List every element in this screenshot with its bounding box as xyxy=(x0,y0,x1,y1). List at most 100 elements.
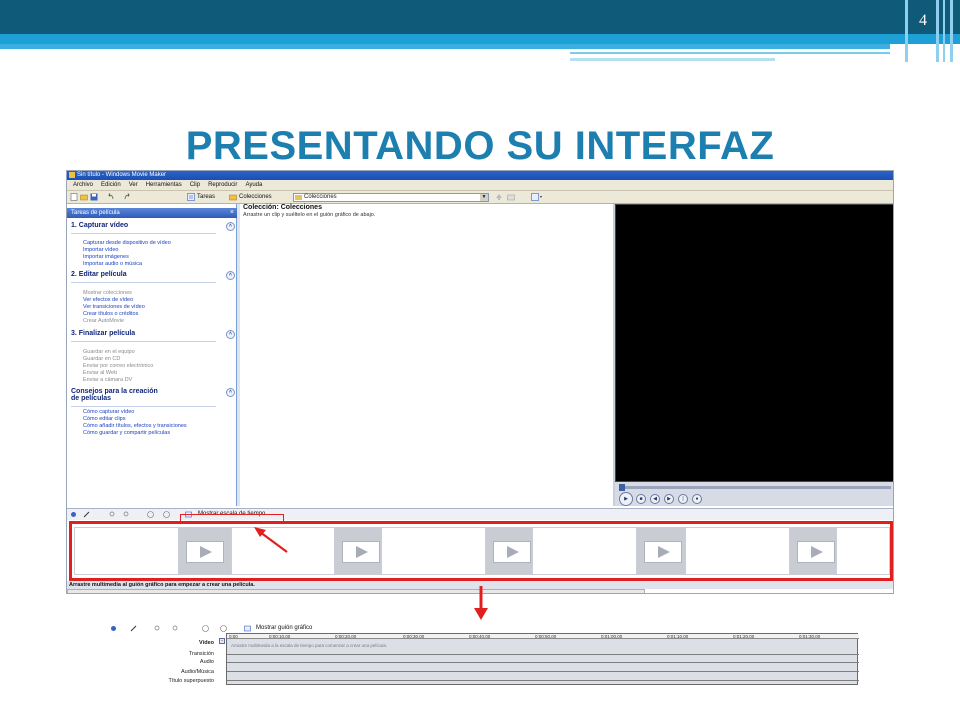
link-video-effects[interactable]: Ver efectos de vídeo xyxy=(83,297,133,303)
rewind-icon[interactable] xyxy=(147,511,154,518)
link-how-edit[interactable]: Cómo editar clips xyxy=(83,416,126,422)
link-import-video[interactable]: Importar vídeo xyxy=(83,247,118,253)
link-show-collections[interactable]: Mostrar colecciones xyxy=(83,290,132,296)
collections-button[interactable]: Colecciones xyxy=(239,193,272,202)
link-send-web[interactable]: Enviar al Web xyxy=(83,370,117,376)
link-titles-credits[interactable]: Crear títulos o créditos xyxy=(83,311,138,317)
storyboard-transition-slot[interactable] xyxy=(486,527,532,575)
collapse-chevron-icon[interactable]: ˄ xyxy=(226,330,235,339)
movie-tasks-pane: Tareas de película × 1. Capturar vídeo ˄… xyxy=(67,204,237,506)
storyboard[interactable] xyxy=(69,521,893,581)
link-how-capture[interactable]: Cómo capturar vídeo xyxy=(83,409,134,415)
section-edit-movie[interactable]: 2. Editar película ˄ xyxy=(71,271,235,280)
seek-bar[interactable] xyxy=(619,486,891,489)
section-capture-video[interactable]: 1. Capturar vídeo ˄ xyxy=(71,222,235,231)
menu-reproducir[interactable]: Reproducir xyxy=(208,182,237,188)
audio-levels-icon[interactable] xyxy=(130,625,137,632)
timeline-tracks[interactable]: 0:00 0:00:10,00 0:00:20,00 0:00:30,00 0:… xyxy=(226,633,859,685)
play-storyboard-icon[interactable] xyxy=(163,511,170,518)
storyboard-clip-slot[interactable] xyxy=(231,527,335,575)
link-import-images[interactable]: Importar imágenes xyxy=(83,254,129,260)
split-clip-icon[interactable]: | xyxy=(678,494,688,504)
storyboard-clip-slot[interactable] xyxy=(836,527,890,575)
chevron-down-icon[interactable]: ▼ xyxy=(480,194,488,201)
timeline-tick: 0:00:10,00 xyxy=(269,634,291,639)
stop-icon[interactable]: ■ xyxy=(636,494,646,504)
slide-header-accent xyxy=(0,34,960,44)
snapshot-icon[interactable]: ● xyxy=(692,494,702,504)
open-folder-icon[interactable] xyxy=(80,193,88,201)
zoom-in-icon[interactable] xyxy=(154,625,161,632)
timeline-ruler[interactable]: 0:00 0:00:10,00 0:00:20,00 0:00:30,00 0:… xyxy=(227,634,859,639)
undo-icon[interactable] xyxy=(107,193,115,201)
storyboard-transition-slot[interactable] xyxy=(335,527,381,575)
folder-icon xyxy=(295,195,302,200)
menu-edicion[interactable]: Edición xyxy=(101,182,121,188)
pane-splitter[interactable] xyxy=(237,204,240,506)
storyboard-clip-slot[interactable] xyxy=(685,527,790,575)
next-frame-icon[interactable]: ▶ xyxy=(664,494,674,504)
menu-archivo[interactable]: Archivo xyxy=(73,182,93,188)
section-title: 1. Capturar vídeo xyxy=(71,222,129,229)
zoom-out-icon[interactable] xyxy=(172,625,179,632)
link-how-titles[interactable]: Cómo añadir títulos, efectos y transicio… xyxy=(83,423,187,429)
show-storyboard-button[interactable]: Mostrar guión gráfico xyxy=(256,625,312,631)
narrate-icon[interactable] xyxy=(110,625,117,632)
menu-ayuda[interactable]: Ayuda xyxy=(245,182,262,188)
link-automovie[interactable]: Crear AutoMovie xyxy=(83,318,124,324)
link-capture-device[interactable]: Capturar desde dispositivo de vídeo xyxy=(83,240,171,246)
zoom-out-icon[interactable] xyxy=(123,511,130,518)
new-folder-icon[interactable] xyxy=(507,193,515,201)
menu-clip[interactable]: Clip xyxy=(190,182,200,188)
storyboard-clip-slot[interactable] xyxy=(74,527,179,575)
storyboard-status: Arrastre multimedia al guión gráfico par… xyxy=(67,581,893,589)
menu-ver[interactable]: Ver xyxy=(129,182,138,188)
close-icon[interactable]: × xyxy=(230,208,234,218)
link-import-audio[interactable]: Importar audio o música xyxy=(83,261,142,267)
window-titlebar: Sin título - Windows Movie Maker xyxy=(67,171,893,180)
collapse-chevron-icon[interactable]: ˄ xyxy=(226,271,235,280)
link-how-share[interactable]: Cómo guardar y compartir películas xyxy=(83,430,170,436)
track-label-audio: Audio xyxy=(199,659,214,665)
audio-levels-icon[interactable] xyxy=(83,511,90,518)
menu-bar: Archivo Edición Ver Herramientas Clip Re… xyxy=(67,180,893,191)
up-folder-icon[interactable] xyxy=(495,193,503,201)
save-icon[interactable] xyxy=(90,193,98,201)
play-timeline-icon[interactable] xyxy=(220,625,227,632)
storyboard-transition-slot[interactable] xyxy=(790,527,836,575)
collection-select[interactable]: Colecciones ▼ xyxy=(293,193,489,202)
tasks-icon[interactable] xyxy=(187,193,195,201)
zoom-in-icon[interactable] xyxy=(109,511,116,518)
section-tips[interactable]: Consejos para la creación de películas ˄ xyxy=(71,388,235,402)
collapse-chevron-icon[interactable]: ˄ xyxy=(226,388,235,397)
section-finish-movie[interactable]: 3. Finalizar película ˄ xyxy=(71,330,235,339)
collection-select-value: Colecciones xyxy=(304,194,337,200)
storyboard-transition-slot[interactable] xyxy=(637,527,685,575)
link-send-email[interactable]: Enviar por correo electrónico xyxy=(83,363,153,369)
storyboard-icon[interactable] xyxy=(244,625,251,632)
play-icon[interactable]: ▶ xyxy=(619,492,633,506)
seek-thumb[interactable] xyxy=(619,484,625,491)
new-project-icon[interactable] xyxy=(70,193,78,201)
link-video-transitions[interactable]: Ver transiciones de vídeo xyxy=(83,304,145,310)
views-icon[interactable] xyxy=(531,193,543,201)
previous-frame-icon[interactable]: ◀ xyxy=(650,494,660,504)
redo-icon[interactable] xyxy=(123,193,131,201)
storyboard-clip-slot[interactable] xyxy=(381,527,486,575)
collections-icon[interactable] xyxy=(229,193,237,201)
menu-herramientas[interactable]: Herramientas xyxy=(146,182,182,188)
expand-track-icon[interactable]: + xyxy=(219,638,225,644)
link-save-computer[interactable]: Guardar en el equipo xyxy=(83,349,135,355)
tasks-button[interactable]: Tareas xyxy=(197,193,215,202)
section-title: Consejos para la creación xyxy=(71,388,158,395)
track-divider xyxy=(227,671,859,672)
storyboard-clip-slot[interactable] xyxy=(532,527,637,575)
narrate-icon[interactable] xyxy=(70,511,77,518)
storyboard-scrollbar[interactable] xyxy=(67,589,645,593)
storyboard-transition-slot[interactable] xyxy=(179,527,231,575)
link-send-dv[interactable]: Enviar a cámara DV xyxy=(83,377,132,383)
collapse-chevron-icon[interactable]: ˄ xyxy=(226,222,235,231)
transition-placeholder-icon xyxy=(342,541,380,563)
link-save-cd[interactable]: Guardar en CD xyxy=(83,356,120,362)
rewind-icon[interactable] xyxy=(202,625,209,632)
